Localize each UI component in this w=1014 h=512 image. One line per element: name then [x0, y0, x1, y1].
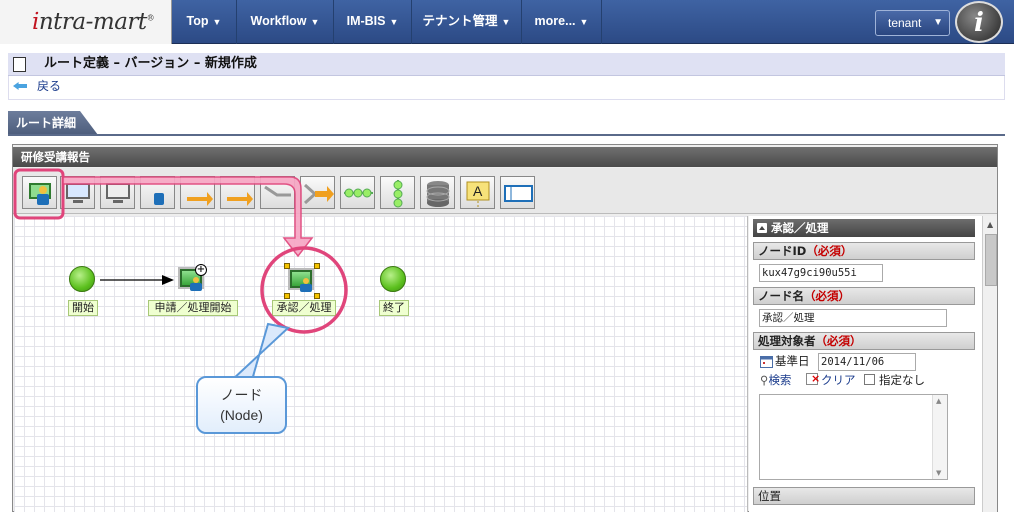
resize-handle[interactable]	[314, 263, 320, 269]
node-name-field[interactable]: 承認／処理	[759, 309, 947, 327]
unspecified-label: 指定なし	[879, 373, 925, 387]
chevron-down-icon: ▼	[579, 17, 589, 27]
search-link[interactable]: ⚲検索	[760, 372, 791, 388]
properties-scrollbar[interactable]: ▲	[982, 216, 997, 512]
user-avatar[interactable]: i	[955, 1, 1003, 43]
clear-icon[interactable]: ×	[806, 372, 820, 385]
label-node-icon: A	[466, 181, 490, 207]
base-date-field[interactable]: 2014/11/06	[818, 353, 916, 371]
clear-link[interactable]: クリア	[821, 372, 856, 388]
monitor-node-tool-2[interactable]	[100, 176, 135, 209]
merge-node-tool[interactable]	[260, 176, 295, 209]
start-node-icon[interactable]	[69, 266, 95, 292]
chevron-down-icon: ▼	[212, 17, 222, 27]
sequence-node-tool[interactable]	[340, 176, 375, 209]
back-link[interactable]: 戻る	[8, 76, 1005, 100]
database-node-icon	[426, 181, 450, 207]
intra-mart-logo[interactable]: iintra-martntra-mart®	[0, 0, 172, 44]
monitor-node-icon	[106, 183, 130, 203]
back-arrow-icon	[13, 82, 27, 90]
nav-more[interactable]: more... ▼	[522, 0, 602, 44]
parallel-node-tool[interactable]	[380, 176, 415, 209]
position-section: 位置	[753, 487, 975, 505]
label-node-tool[interactable]: A	[460, 176, 495, 209]
frame-node-tool[interactable]	[500, 176, 535, 209]
scroll-thumb[interactable]	[985, 234, 997, 286]
route-canvas[interactable]	[14, 216, 748, 512]
monitor-node-tool[interactable]	[60, 176, 95, 209]
tenant-dropdown[interactable]: tenant ▼	[875, 10, 950, 36]
end-node-icon[interactable]	[380, 266, 406, 292]
resize-handle[interactable]	[314, 293, 320, 299]
monitor-node-icon	[66, 183, 90, 203]
tab-divider	[8, 134, 1005, 136]
chevron-down-icon: ▼	[389, 17, 399, 27]
database-node-tool[interactable]	[420, 176, 455, 209]
chevron-down-icon: ▼	[501, 17, 511, 27]
page-title: ルート定義 – バージョン – 新規作成	[44, 56, 257, 71]
user-node-icon	[29, 183, 51, 205]
end-node-label: 終了	[379, 300, 409, 316]
branch-node-icon	[227, 192, 253, 206]
approval-node-icon	[154, 193, 164, 205]
frame-node-icon	[504, 185, 533, 202]
nav-top[interactable]: Top ▼	[172, 0, 237, 44]
branch-node-tool-2[interactable]	[220, 176, 255, 209]
resize-handle[interactable]	[284, 263, 290, 269]
node-callout: ノード (Node)	[196, 376, 287, 434]
properties-header[interactable]: 承認／処理	[753, 219, 975, 237]
node-id-field[interactable]: kux47g9ci90u55i	[759, 264, 883, 282]
sequence-node-icon	[344, 188, 373, 198]
branch-node-icon	[187, 192, 213, 206]
chevron-down-icon: ▼	[933, 17, 943, 28]
target-list-box[interactable]: ▲ ▼	[759, 394, 948, 480]
branch-node-tool[interactable]	[180, 176, 215, 209]
user-node-tool[interactable]	[22, 176, 57, 209]
page-title-bar: ルート定義 – バージョン – 新規作成	[8, 53, 1005, 76]
approve-node-icon[interactable]	[288, 268, 314, 292]
tab-route-detail[interactable]: ルート詳細	[8, 111, 98, 135]
connection-arrow[interactable]	[100, 273, 180, 287]
resize-handle[interactable]	[284, 293, 290, 299]
nav-im-bis[interactable]: IM-BIS ▼	[334, 0, 412, 44]
approval-node-tool[interactable]	[140, 176, 175, 209]
scroll-down-icon[interactable]: ▼	[936, 469, 941, 477]
calendar-icon[interactable]	[760, 354, 773, 368]
route-name-header: 研修受講報告	[13, 147, 997, 167]
node-name-section: ノード名（必須）	[753, 287, 975, 305]
parallel-node-icon	[393, 180, 403, 208]
svg-text:A: A	[473, 183, 483, 199]
plus-icon: +	[195, 264, 207, 276]
chevron-down-icon: ▼	[310, 17, 320, 27]
unspecified-checkbox[interactable]	[864, 374, 875, 385]
collapse-icon[interactable]	[757, 223, 767, 233]
apply-node-label: 申請／処理開始	[148, 300, 238, 316]
base-date-label: 基準日	[775, 354, 810, 368]
node-id-section: ノードID（必須）	[753, 242, 975, 260]
scroll-up-icon[interactable]: ▲	[936, 397, 941, 405]
nav-tenant-admin[interactable]: テナント管理 ▼	[412, 0, 522, 44]
merge-node-icon	[303, 183, 334, 205]
start-node-label: 開始	[68, 300, 98, 316]
document-icon	[13, 57, 26, 72]
approve-node-label: 承認／処理	[272, 300, 336, 316]
list-scrollbar[interactable]: ▲ ▼	[932, 395, 947, 479]
merge-node-tool-2[interactable]	[300, 176, 335, 209]
merge-node-icon	[264, 185, 291, 197]
scroll-up-icon[interactable]: ▲	[987, 220, 993, 229]
target-section: 処理対象者（必須）	[753, 332, 975, 350]
nav-workflow[interactable]: Workflow ▼	[237, 0, 334, 44]
